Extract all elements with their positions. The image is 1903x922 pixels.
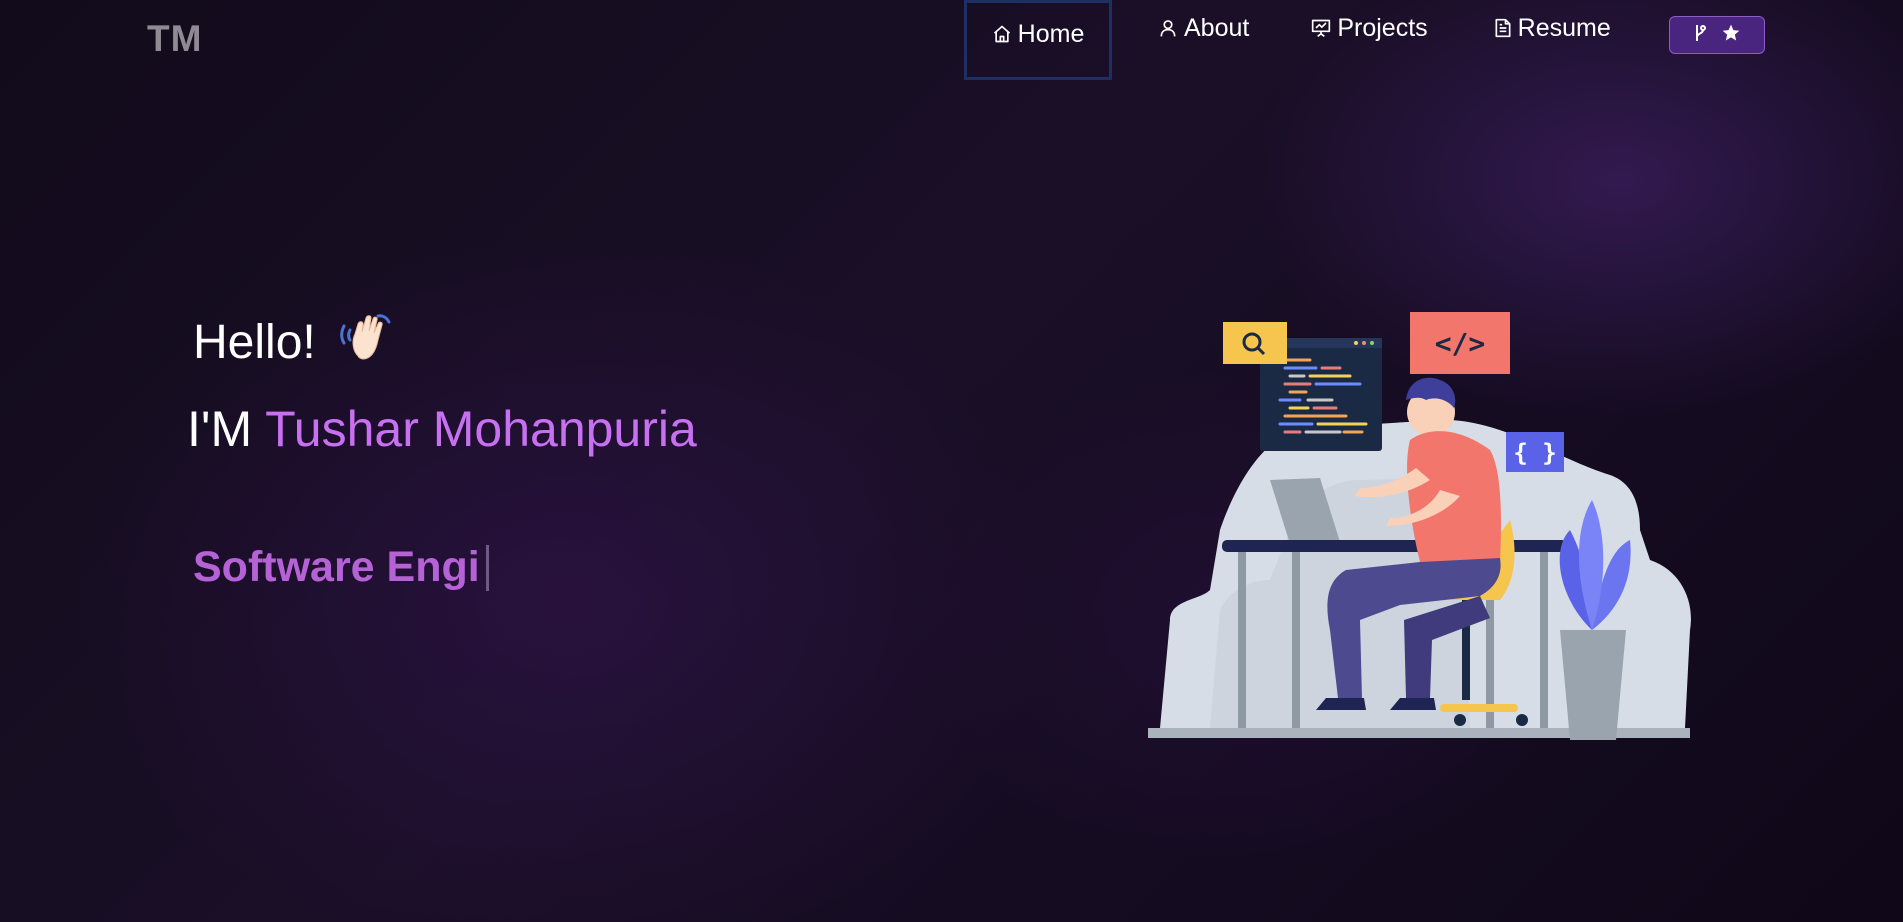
typed-text: Software Engi (193, 543, 480, 591)
nav-resume[interactable]: Resume (1472, 0, 1633, 68)
greeting-text: Hello! (193, 315, 316, 369)
greeting: Hello! (193, 310, 394, 374)
svg-text:</>: </> (1435, 327, 1486, 360)
star-icon (1721, 23, 1741, 48)
presentation-icon (1311, 18, 1331, 38)
typewriter-role: Software Engi (193, 543, 489, 592)
nav-about-label: About (1184, 13, 1250, 42)
top-navigation: Home About Projects Resume (964, 0, 1633, 80)
nav-projects[interactable]: Projects (1289, 0, 1449, 68)
home-icon (992, 24, 1012, 44)
typing-cursor (485, 544, 489, 591)
nav-projects-label: Projects (1337, 13, 1428, 42)
document-icon (1494, 18, 1512, 38)
nav-about[interactable]: About (1136, 0, 1271, 68)
developer-illustration: </> { } (1140, 300, 1700, 750)
user-icon (1158, 18, 1178, 38)
waving-hand-icon (338, 310, 394, 374)
svg-text:{ }: { } (1513, 439, 1556, 467)
author-name: Tushar Mohanpuria (265, 401, 697, 457)
nav-home[interactable]: Home (964, 0, 1112, 80)
github-fork-star-button[interactable] (1669, 16, 1765, 54)
intro-heading: I'M Tushar Mohanpuria (187, 400, 697, 458)
intro-prefix: I'M (187, 401, 253, 457)
site-logo[interactable]: TM (147, 18, 202, 60)
git-fork-icon (1693, 23, 1707, 48)
nav-resume-label: Resume (1517, 13, 1611, 42)
nav-home-label: Home (1017, 19, 1085, 48)
